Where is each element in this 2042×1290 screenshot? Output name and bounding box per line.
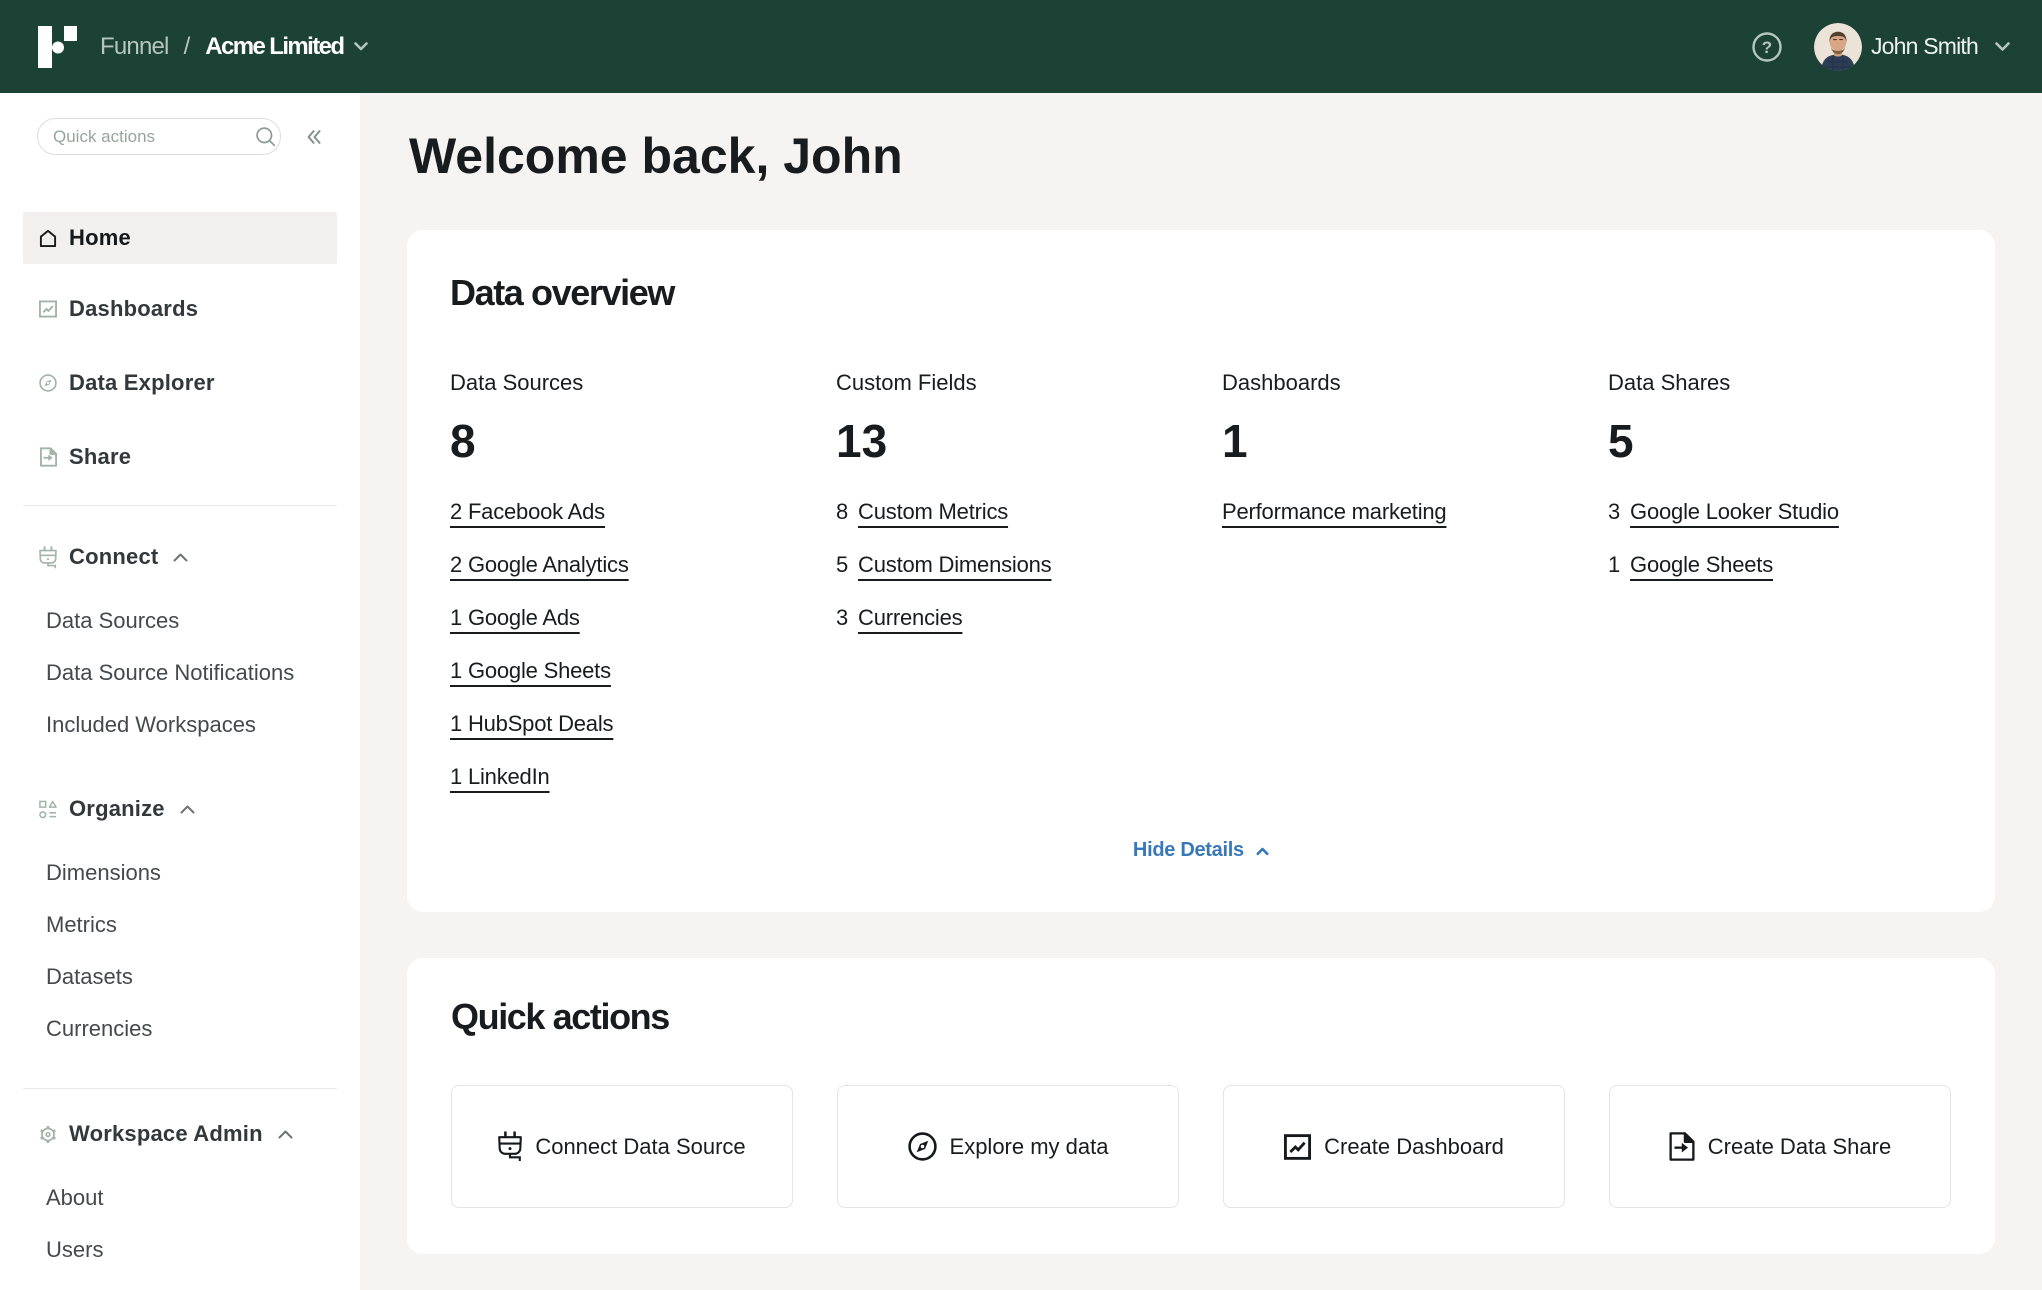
svg-text:?: ? (1762, 38, 1772, 57)
